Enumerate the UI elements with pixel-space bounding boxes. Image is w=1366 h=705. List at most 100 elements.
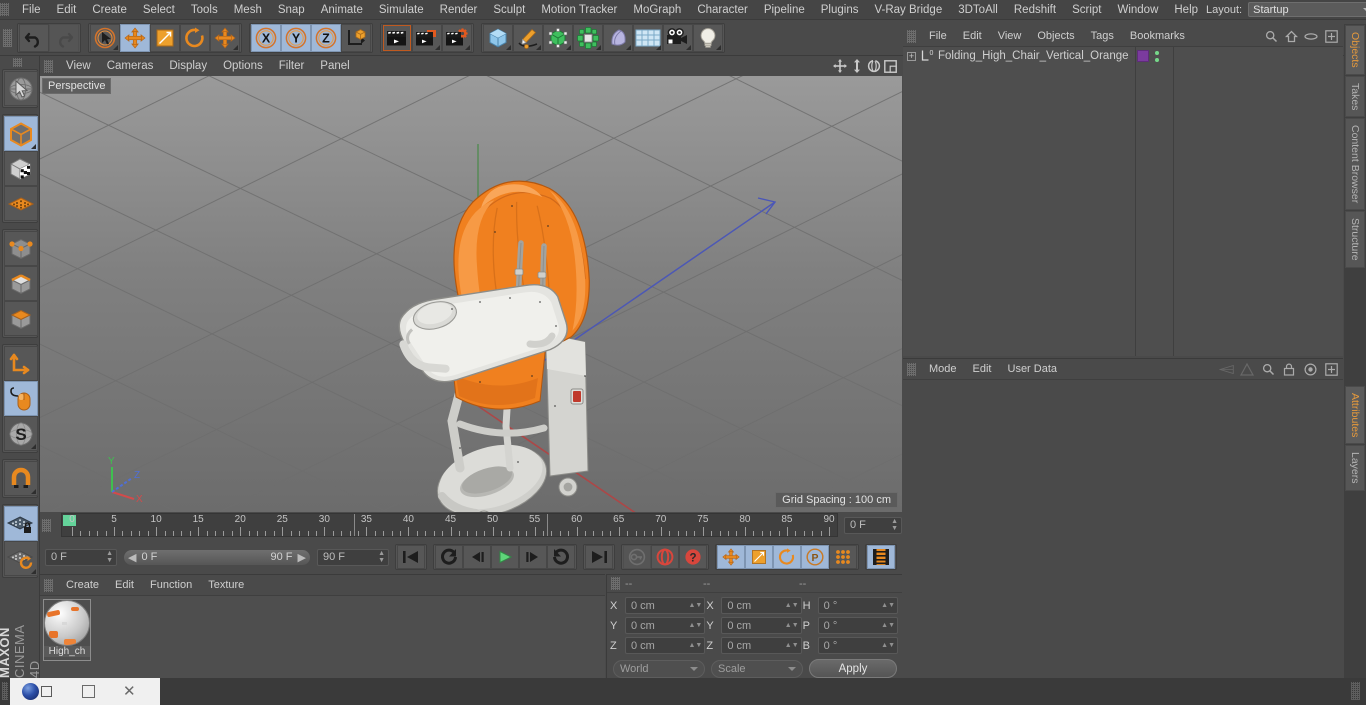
left-toolbar-gripper[interactable]	[12, 58, 22, 67]
menu-edit[interactable]: Edit	[49, 0, 85, 20]
attribute-menu-mode[interactable]: Mode	[921, 359, 965, 379]
workplane-lock-button[interactable]	[3, 506, 38, 541]
lock-z-axis[interactable]: Z	[311, 23, 341, 52]
object-menu-file[interactable]: File	[921, 26, 955, 46]
attribute-manager-gripper[interactable]	[907, 362, 916, 376]
points-mode-button[interactable]	[3, 231, 38, 266]
spinner-icon[interactable]: ▲▼	[688, 642, 702, 649]
current-frame-field[interactable]: 0 F ▲ ▼	[45, 548, 117, 566]
menu-render[interactable]: Render	[432, 0, 486, 20]
size-y-field[interactable]: 0 cm ▲▼	[721, 617, 802, 634]
attribute-menu-edit[interactable]: Edit	[965, 359, 1000, 379]
scale-tool[interactable]	[150, 23, 180, 52]
world-object-coord[interactable]	[341, 23, 371, 52]
select-tool[interactable]	[90, 23, 120, 52]
rotation-b-field[interactable]: 0 ° ▲▼	[817, 637, 898, 654]
move-tool[interactable]	[120, 23, 150, 52]
material-manager-body[interactable]: High_ch	[40, 595, 605, 678]
plus-box-icon[interactable]	[1323, 28, 1339, 44]
coordinates-gripper[interactable]	[611, 577, 620, 590]
menu-script[interactable]: Script	[1064, 0, 1109, 20]
range-right-arrow-icon[interactable]: ▶	[298, 551, 306, 564]
viewport-menu-cameras[interactable]: Cameras	[99, 56, 162, 76]
snap-settings-button[interactable]: S	[3, 416, 38, 451]
spinner-icon[interactable]: ▲▼	[785, 622, 799, 629]
rotation-p-field[interactable]: 0 ° ▲▼	[817, 617, 898, 634]
next-keyframe-button[interactable]	[547, 545, 575, 569]
add-light-button[interactable]	[693, 23, 723, 52]
add-mograph-button[interactable]	[573, 23, 603, 52]
object-manager-tree[interactable]: + 0 Folding_High_Chair_Vertical_Orange	[903, 46, 1343, 356]
render-to-picture-viewer-button[interactable]	[412, 23, 442, 52]
menu-file[interactable]: File	[14, 0, 49, 20]
add-generator-button[interactable]	[543, 23, 573, 52]
render-visibility-dot[interactable]	[1154, 57, 1159, 62]
apply-button[interactable]: Apply	[809, 659, 897, 678]
editor-visibility-dot[interactable]	[1154, 50, 1159, 55]
timeline-gripper[interactable]	[42, 518, 51, 532]
polygons-mode-button[interactable]	[3, 301, 38, 336]
menu-mograph[interactable]: MoGraph	[625, 0, 689, 20]
viewport-menu-display[interactable]: Display	[161, 56, 215, 76]
menu-v-ray-bridge[interactable]: V-Ray Bridge	[866, 0, 950, 20]
spinner-icon[interactable]: ▲▼	[688, 602, 702, 609]
history-forward-icon[interactable]	[1239, 361, 1255, 377]
spinner-icon[interactable]: ▲▼	[785, 602, 799, 609]
record-rotation-button[interactable]	[773, 545, 801, 569]
lock-x-axis[interactable]: X	[251, 23, 281, 52]
record-pla-button[interactable]: P	[801, 545, 829, 569]
viewport-gripper[interactable]	[44, 59, 53, 73]
range-left-arrow-icon[interactable]: ◀	[128, 551, 136, 564]
add-cube-button[interactable]	[483, 23, 513, 52]
magnet-tool-button[interactable]	[3, 461, 38, 496]
position-y-field[interactable]: 0 cm ▲▼	[625, 617, 706, 634]
spinner-icon[interactable]: ▲▼	[881, 622, 895, 629]
material-menu-function[interactable]: Function	[142, 575, 200, 595]
record-position-button[interactable]	[717, 545, 745, 569]
spinner-icon[interactable]: ▲▼	[785, 642, 799, 649]
right-tab-takes[interactable]: Takes	[1345, 75, 1365, 118]
model-mode-button[interactable]	[3, 116, 38, 151]
attribute-menu-user-data[interactable]: User Data	[1000, 359, 1066, 379]
close-window-icon[interactable]: ✕	[123, 684, 136, 699]
menu-tools[interactable]: Tools	[183, 0, 226, 20]
object-menu-edit[interactable]: Edit	[955, 26, 990, 46]
menu-create[interactable]: Create	[84, 0, 135, 20]
right-tab-content-browser[interactable]: Content Browser	[1345, 118, 1365, 211]
menu-mesh[interactable]: Mesh	[226, 0, 270, 20]
object-manager-gripper[interactable]	[907, 29, 916, 43]
record-point-level-button[interactable]	[829, 545, 857, 569]
object-menu-objects[interactable]: Objects	[1029, 26, 1082, 46]
viewport-3d[interactable]: Perspective Grid Spacing : 100 cm Y X Z	[40, 76, 902, 512]
restore-window-icon[interactable]	[41, 686, 52, 697]
plus-box-icon[interactable]	[1323, 361, 1339, 377]
object-menu-bookmarks[interactable]: Bookmarks	[1122, 26, 1193, 46]
previous-keyframe-button[interactable]	[435, 545, 463, 569]
viewport-menu-options[interactable]: Options	[215, 56, 271, 76]
autokeying-button[interactable]	[651, 545, 679, 569]
expand-toggle-icon[interactable]: +	[907, 51, 916, 61]
keyframe-selection-button[interactable]: ?	[679, 545, 707, 569]
menu-snap[interactable]: Snap	[270, 0, 313, 20]
orbit-icon[interactable]	[866, 59, 881, 74]
menu-sculpt[interactable]: Sculpt	[485, 0, 533, 20]
spinner-icon[interactable]: ▲▼	[881, 602, 895, 609]
menu-pipeline[interactable]: Pipeline	[756, 0, 813, 20]
menu-motion-tracker[interactable]: Motion Tracker	[533, 0, 625, 20]
object-tree-row[interactable]: + 0 Folding_High_Chair_Vertical_Orange	[903, 47, 1343, 65]
timeline-frame-field[interactable]: 0 F ▲ ▼	[844, 516, 902, 534]
step-back-button[interactable]	[463, 545, 491, 569]
lock-icon[interactable]	[1281, 361, 1297, 377]
material-menu-texture[interactable]: Texture	[200, 575, 252, 595]
attribute-manager-body[interactable]	[903, 379, 1343, 678]
material-chip[interactable]: High_ch	[43, 599, 91, 661]
step-forward-button[interactable]	[519, 545, 547, 569]
spinner-icon[interactable]: ▲▼	[688, 622, 702, 629]
pan-icon[interactable]	[832, 59, 847, 74]
viewport-menu-view[interactable]: View	[58, 56, 99, 76]
record-active-objects-button[interactable]	[623, 545, 651, 569]
viewport-menu-panel[interactable]: Panel	[312, 56, 357, 76]
record-scale-button[interactable]	[745, 545, 773, 569]
coordinate-system-dropdown[interactable]: World	[613, 659, 705, 678]
size-x-field[interactable]: 0 cm ▲▼	[721, 597, 802, 614]
